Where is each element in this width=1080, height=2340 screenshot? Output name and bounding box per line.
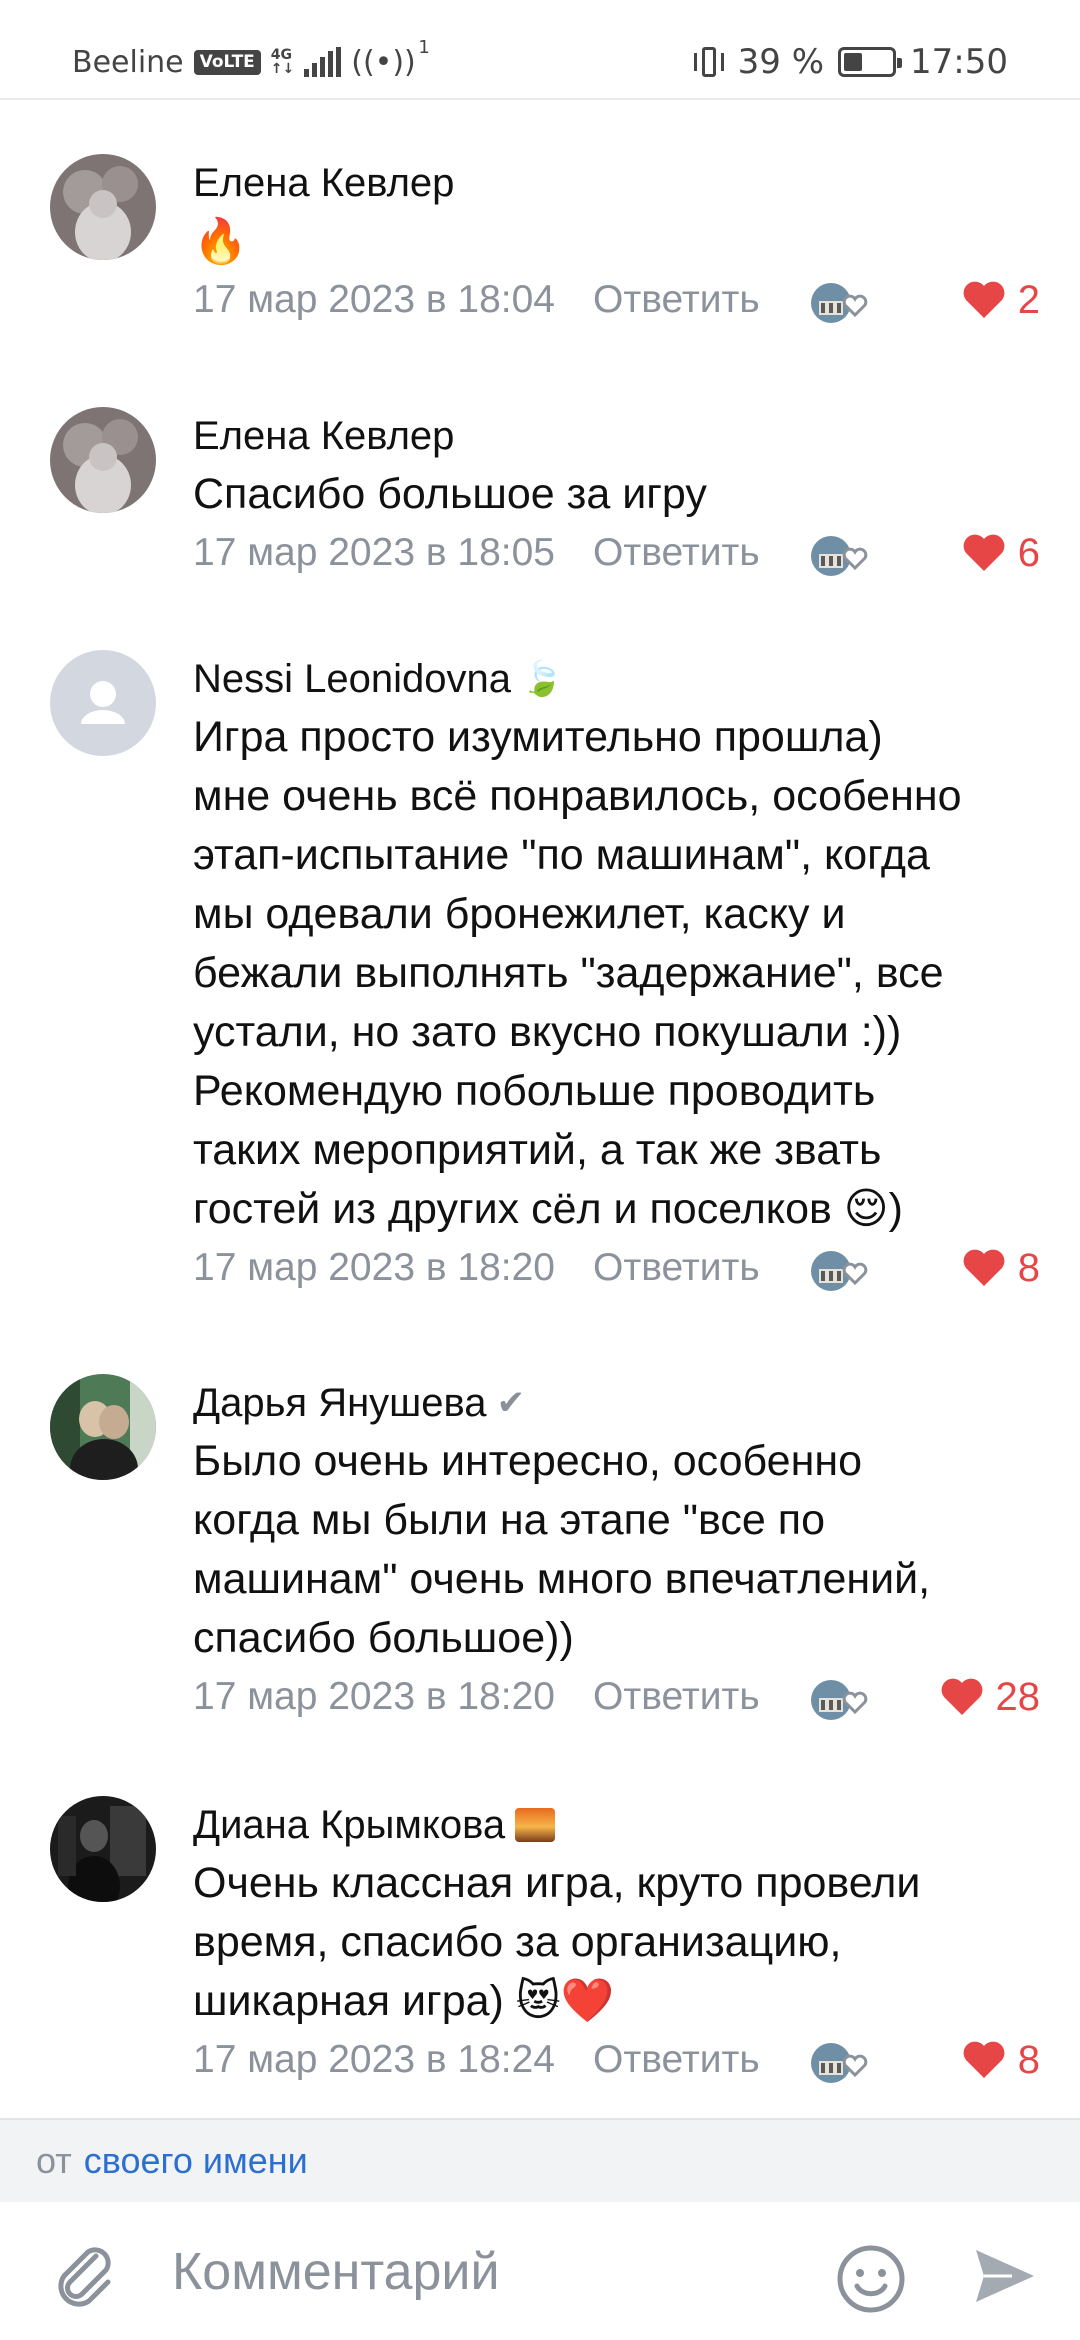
like-button[interactable]: 8: [962, 1239, 1040, 1297]
comment-input[interactable]: Комментарий: [172, 2232, 792, 2312]
heart-icon: [963, 281, 1005, 318]
like-count: 28: [995, 1674, 1041, 1719]
battery-percent: 39 %: [737, 42, 825, 82]
comment-meta: 17 мар 2023 в 18:24 Ответить 8: [193, 2031, 1040, 2089]
comment-meta: 17 мар 2023 в 18:20 Ответить 28: [193, 1668, 1040, 1726]
signal-icon: [304, 47, 342, 77]
comment-body: Диана Крымкова Очень классная игра, крут…: [193, 1796, 1040, 2089]
leaf-icon: 🍃: [521, 660, 564, 698]
comment-text: 🔥: [193, 217, 248, 266]
like-button[interactable]: 6: [962, 524, 1040, 582]
post-as-prefix: от: [36, 2140, 72, 2181]
like-count: 8: [1017, 1245, 1040, 1290]
post-as-bar: от своего имени: [0, 2118, 1080, 2202]
verified-icon: ✔: [496, 1384, 526, 1422]
battery-level: [844, 53, 863, 71]
comment-meta: 17 мар 2023 в 18:05 Ответить 6: [193, 524, 1040, 582]
comment-body: Елена Кевлер 🔥 17 мар 2023 в 18:04 Ответ…: [193, 154, 1040, 329]
comment-meta: 17 мар 2023 в 18:04 Ответить 2: [193, 271, 1040, 329]
avatar[interactable]: [50, 154, 156, 260]
comment-author[interactable]: Дарья Янушева ✔: [193, 1374, 1040, 1432]
comment-date: 17 мар 2023 в 18:24: [193, 2038, 555, 2081]
reaction-like-icon[interactable]: [811, 2041, 873, 2085]
avatar[interactable]: [50, 407, 156, 513]
post-as-link[interactable]: своего имени: [84, 2140, 308, 2182]
status-bar-right: 39 % 17:50: [693, 40, 1008, 84]
send-icon[interactable]: [972, 2244, 1036, 2308]
comment-text: Игра просто изумительно прошла) мне очен…: [193, 713, 962, 1233]
avatar[interactable]: [50, 1374, 156, 1480]
comment-date: 17 мар 2023 в 18:20: [193, 1675, 555, 1718]
comment-author[interactable]: Елена Кевлер: [193, 407, 1040, 465]
reaction-like-icon[interactable]: [811, 1249, 873, 1293]
comment-date: 17 мар 2023 в 18:05: [193, 531, 555, 574]
comment-meta: 17 мар 2023 в 18:20 Ответить 8: [193, 1239, 1040, 1297]
comment-text: Спасибо большое за игру: [193, 470, 707, 518]
like-count: 6: [1017, 530, 1040, 575]
heart-icon: [963, 534, 1005, 571]
avatar[interactable]: [50, 650, 156, 756]
volte-indicator: VoLTE: [193, 49, 261, 75]
battery-icon: [838, 47, 903, 77]
comment-composer: Комментарий: [0, 2202, 1080, 2340]
reply-button[interactable]: Ответить: [593, 1675, 760, 1719]
comment-author[interactable]: Диана Крымкова: [193, 1796, 1040, 1854]
comment-body: Дарья Янушева ✔ Было очень интересно, осо…: [193, 1374, 1040, 1726]
paperclip-icon[interactable]: [50, 2240, 120, 2310]
reaction-like-icon[interactable]: [811, 1678, 873, 1722]
clock: 17:50: [910, 42, 1008, 82]
comment-author[interactable]: Елена Кевлер: [193, 154, 1040, 212]
heart-icon: [941, 1678, 982, 1715]
like-button[interactable]: 2: [962, 271, 1040, 329]
hotspot-icon: ((•)) 1: [351, 36, 430, 80]
like-count: 8: [1017, 2037, 1040, 2082]
reply-button[interactable]: Ответить: [593, 1246, 760, 1290]
reaction-like-icon[interactable]: [811, 281, 873, 325]
reply-button[interactable]: Ответить: [593, 2038, 760, 2082]
like-count: 2: [1017, 277, 1040, 322]
sunset-icon: [515, 1808, 556, 1842]
comment-body: Nessi Leonidovna 🍃 Игра просто изумительн…: [193, 650, 1040, 1297]
heart-icon: [963, 2041, 1005, 2078]
carrier-name: Beeline: [72, 44, 184, 80]
comment-date: 17 мар 2023 в 18:20: [193, 1246, 555, 1289]
comment-author[interactable]: Nessi Leonidovna 🍃: [193, 650, 1040, 708]
status-bar: Beeline VoLTE 4G ↑↓ ((•)) 1 39 % 17:50: [0, 0, 1080, 100]
hotspot-count: 1: [418, 36, 430, 58]
comment-text: Очень классная игра, круто провели время…: [193, 1859, 921, 2025]
heart-icon: [963, 1249, 1005, 1286]
reaction-like-icon[interactable]: [811, 534, 873, 578]
comment-body: Елена Кевлер Спасибо большое за игру 17 …: [193, 407, 1040, 582]
reply-button[interactable]: Ответить: [593, 531, 760, 575]
like-button[interactable]: 28: [940, 1668, 1041, 1726]
avatar[interactable]: [50, 1796, 156, 1902]
vibrate-icon: [693, 45, 724, 79]
network-type: 4G ↑↓: [270, 47, 295, 77]
comment-date: 17 мар 2023 в 18:04: [193, 278, 555, 321]
smile-icon[interactable]: [836, 2244, 906, 2314]
status-bar-left: Beeline VoLTE 4G ↑↓ ((•)) 1: [72, 36, 430, 84]
reply-button[interactable]: Ответить: [593, 278, 760, 322]
like-button[interactable]: 8: [962, 2031, 1040, 2089]
comment-text: Было очень интересно, особенно когда мы …: [193, 1437, 931, 1662]
